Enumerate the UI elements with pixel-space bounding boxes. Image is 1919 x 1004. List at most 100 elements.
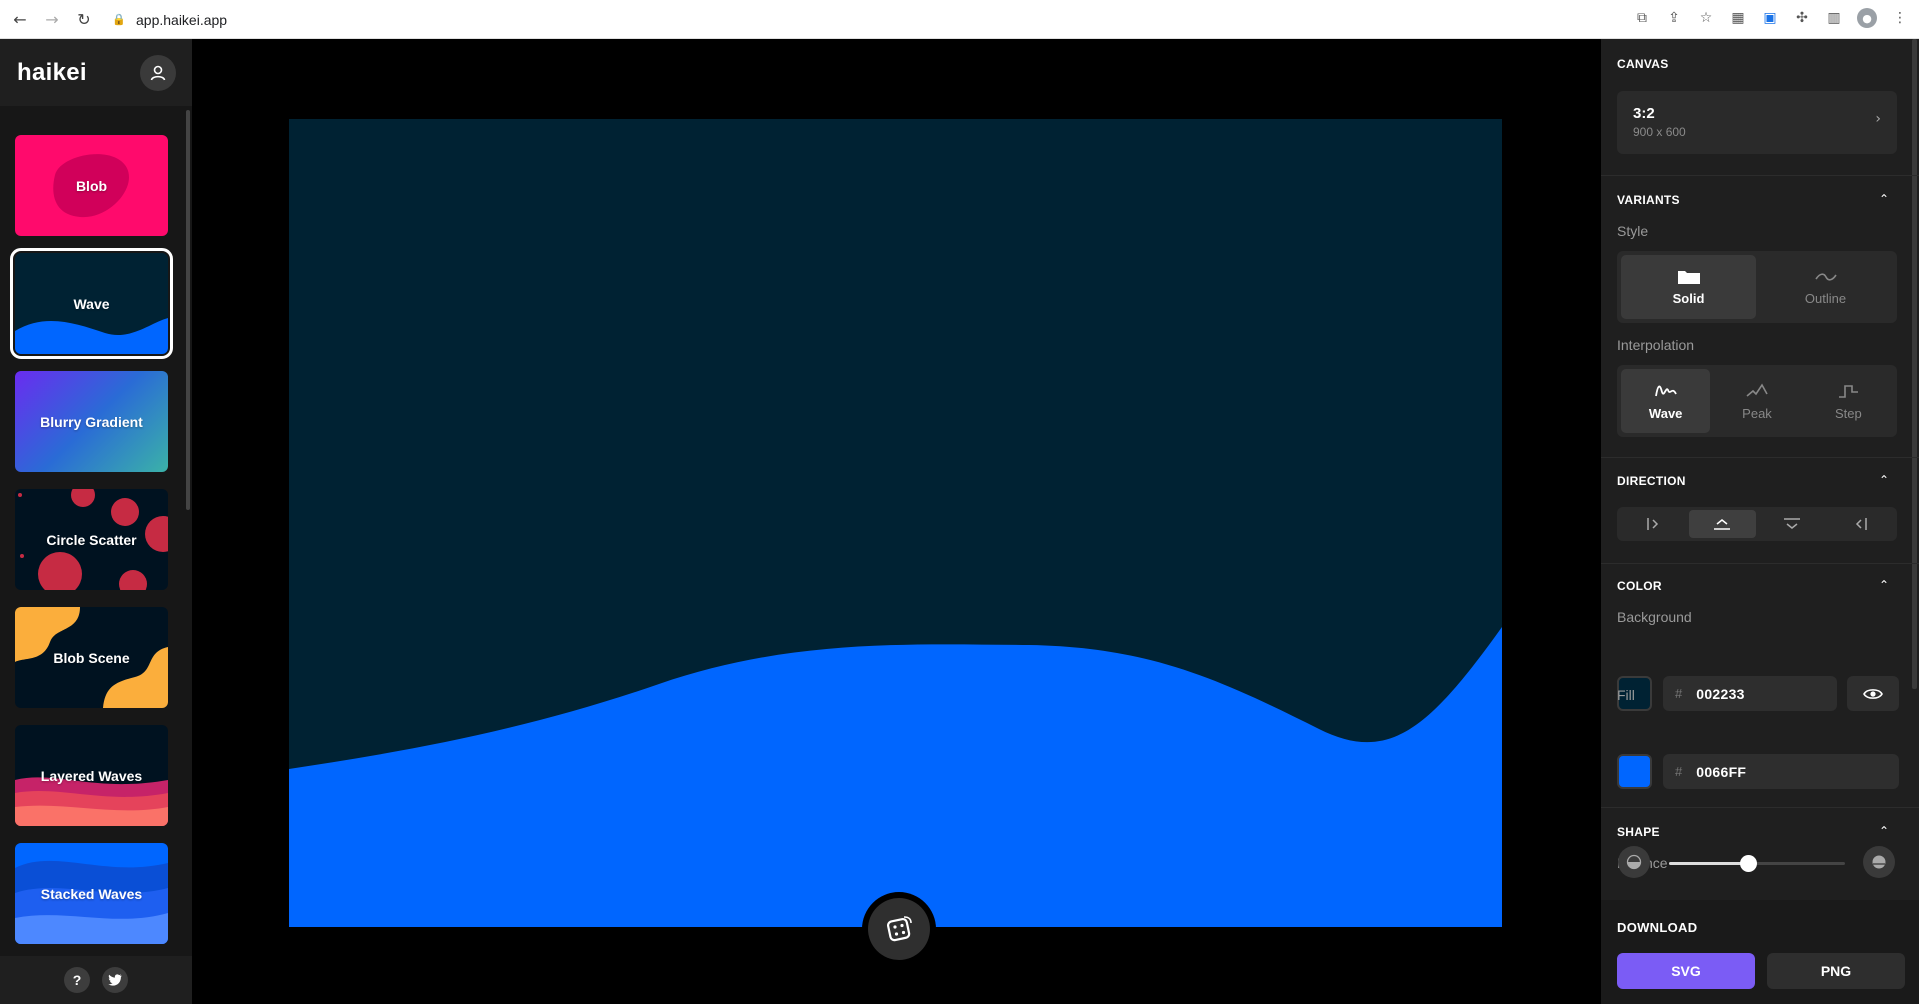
extension-s-icon[interactable]: ▣ (1761, 9, 1779, 27)
variants-section-title: VARIANTS (1617, 193, 1680, 207)
interpolation-option-label: Peak (1742, 405, 1772, 421)
twitter-icon[interactable] (102, 967, 128, 993)
style-option-label: Outline (1804, 290, 1847, 306)
collapse-color-icon[interactable]: ⌃ (1879, 578, 1889, 592)
randomize-button[interactable] (862, 892, 936, 966)
generator-card-blob[interactable]: Blob (15, 135, 168, 236)
direction-left-icon[interactable] (1828, 510, 1894, 538)
sidebar-scrollbar[interactable] (186, 110, 190, 510)
generator-label: Wave (73, 295, 110, 312)
interpolation-option-label: Wave (1648, 405, 1683, 421)
generator-label: Blob (75, 177, 108, 194)
toggle-background-visibility-button[interactable] (1847, 676, 1899, 711)
url-text: app.haikei.app (136, 12, 228, 28)
browser-extension-icons: ⧉ ⇪ ☆ ▦ ▣ ✣ ▥ ● ⋮ (1633, 8, 1909, 28)
side-panel-icon[interactable]: ▥ (1825, 9, 1843, 27)
address-bar[interactable]: 🔒 app.haikei.app (112, 6, 1612, 34)
generator-card-stacked-waves[interactable]: Stacked Waves (15, 843, 168, 944)
balance-low-icon[interactable] (1618, 846, 1650, 878)
wave-interpolation-icon (1654, 385, 1677, 396)
direction-right-icon[interactable] (1620, 510, 1686, 538)
eye-icon (1863, 688, 1883, 699)
style-option-outline[interactable]: Outline (1758, 255, 1893, 319)
balance-slider-handle[interactable] (1740, 855, 1758, 872)
interpolation-label: Interpolation (1617, 337, 1695, 353)
canvas-ratio: 3:2 (1633, 105, 1655, 122)
interpolation-option-label: Step (1834, 405, 1862, 421)
interpolation-option-step[interactable]: Step (1804, 369, 1893, 433)
settings-panel: CANVAS 3:2 900 x 600 › VARIANTS ⌃ Style … (1601, 39, 1919, 1004)
lock-icon: 🔒 (112, 13, 126, 26)
color-section-title: COLOR (1617, 579, 1662, 593)
translate-icon[interactable]: ⧉ (1633, 9, 1651, 27)
wave-svg (289, 119, 1502, 927)
fill-color-swatch[interactable] (1617, 754, 1652, 789)
generator-label: Layered Waves (40, 767, 143, 784)
chevron-right-icon: › (1875, 111, 1881, 127)
share-icon[interactable]: ⇪ (1665, 9, 1683, 27)
generator-card-circle-scatter[interactable]: Circle Scatter (15, 489, 168, 590)
generator-label: Blurry Gradient (40, 413, 143, 430)
collapse-variants-icon[interactable]: ⌃ (1879, 192, 1889, 206)
background-hex-input[interactable]: # 002233 (1663, 676, 1837, 711)
fill-hex-value: 0066FF (1696, 763, 1747, 780)
divider (1601, 175, 1919, 176)
divider (1601, 457, 1919, 458)
haikei-logo: haikei (17, 58, 87, 86)
download-png-button[interactable]: PNG (1767, 953, 1905, 989)
generator-card-wave[interactable]: Wave (10, 248, 173, 359)
puzzle-icon[interactable]: ✣ (1793, 9, 1811, 27)
browser-toolbar: ← → ↻ 🔒 app.haikei.app ⧉ ⇪ ☆ ▦ ▣ ✣ ▥ ● ⋮ (0, 0, 1919, 39)
background-color-label: Background (1617, 609, 1692, 625)
generator-card-blurry-gradient[interactable]: Blurry Gradient (15, 371, 168, 472)
balance-high-icon[interactable] (1863, 846, 1895, 878)
canvas-workspace (192, 39, 1601, 1004)
interpolation-option-wave[interactable]: Wave (1621, 369, 1711, 433)
bookmark-star-icon[interactable]: ☆ (1697, 9, 1715, 27)
fill-hex-input[interactable]: # 0066FF (1663, 754, 1899, 789)
interpolation-option-peak[interactable]: Peak (1712, 369, 1801, 433)
divider (1601, 563, 1919, 564)
sidebar-header: haikei (0, 39, 192, 106)
style-toggle: Solid Outline (1617, 251, 1897, 323)
canvas-dimensions: 900 x 600 (1633, 125, 1686, 139)
fill-color-label: Fill (1617, 687, 1635, 703)
balance-slider[interactable] (1669, 855, 1845, 872)
balance-slider-fill (1669, 862, 1749, 865)
interpolation-toggle: Wave Peak Step (1617, 365, 1897, 437)
back-icon[interactable]: ← (8, 7, 32, 31)
download-section-title: DOWNLOAD (1617, 920, 1698, 935)
canvas-section-title: CANVAS (1617, 57, 1669, 71)
hash-prefix: # (1675, 686, 1683, 701)
extension-icon[interactable]: ▦ (1729, 9, 1747, 27)
help-icon[interactable]: ? (64, 967, 90, 993)
collapse-shape-icon[interactable]: ⌃ (1879, 824, 1889, 838)
direction-section-title: DIRECTION (1617, 474, 1686, 488)
style-option-label: Solid (1672, 290, 1705, 306)
solid-style-icon (1677, 270, 1700, 284)
wave-canvas (289, 119, 1502, 927)
generator-label: Stacked Waves (40, 885, 143, 902)
direction-up-icon[interactable] (1689, 510, 1756, 538)
step-interpolation-icon (1839, 384, 1859, 398)
outline-style-icon (1814, 272, 1837, 281)
hash-prefix: # (1675, 764, 1683, 779)
canvas-size-selector[interactable]: 3:2 900 x 600 › (1617, 91, 1897, 154)
reload-icon[interactable]: ↻ (72, 7, 96, 31)
sidebar-footer: ? (0, 956, 192, 1004)
forward-icon[interactable]: → (40, 7, 64, 31)
style-label: Style (1617, 223, 1649, 239)
shape-section-title: SHAPE (1617, 825, 1660, 839)
generator-label: Circle Scatter (46, 531, 137, 548)
user-account-icon[interactable] (140, 54, 176, 91)
settings-scrollbar[interactable] (1912, 39, 1917, 689)
generator-list: Blob Wave Blurry Gradient Circle Scatter… (0, 106, 192, 956)
generator-card-blob-scene[interactable]: Blob Scene (15, 607, 168, 708)
download-svg-button[interactable]: SVG (1617, 953, 1755, 989)
style-option-solid[interactable]: Solid (1621, 255, 1756, 319)
collapse-direction-icon[interactable]: ⌃ (1879, 473, 1889, 487)
generator-card-layered-waves[interactable]: Layered Waves (15, 725, 168, 826)
menu-dots-icon[interactable]: ⋮ (1891, 9, 1909, 27)
profile-avatar-icon[interactable]: ● (1857, 8, 1877, 28)
direction-down-icon[interactable] (1759, 510, 1825, 538)
